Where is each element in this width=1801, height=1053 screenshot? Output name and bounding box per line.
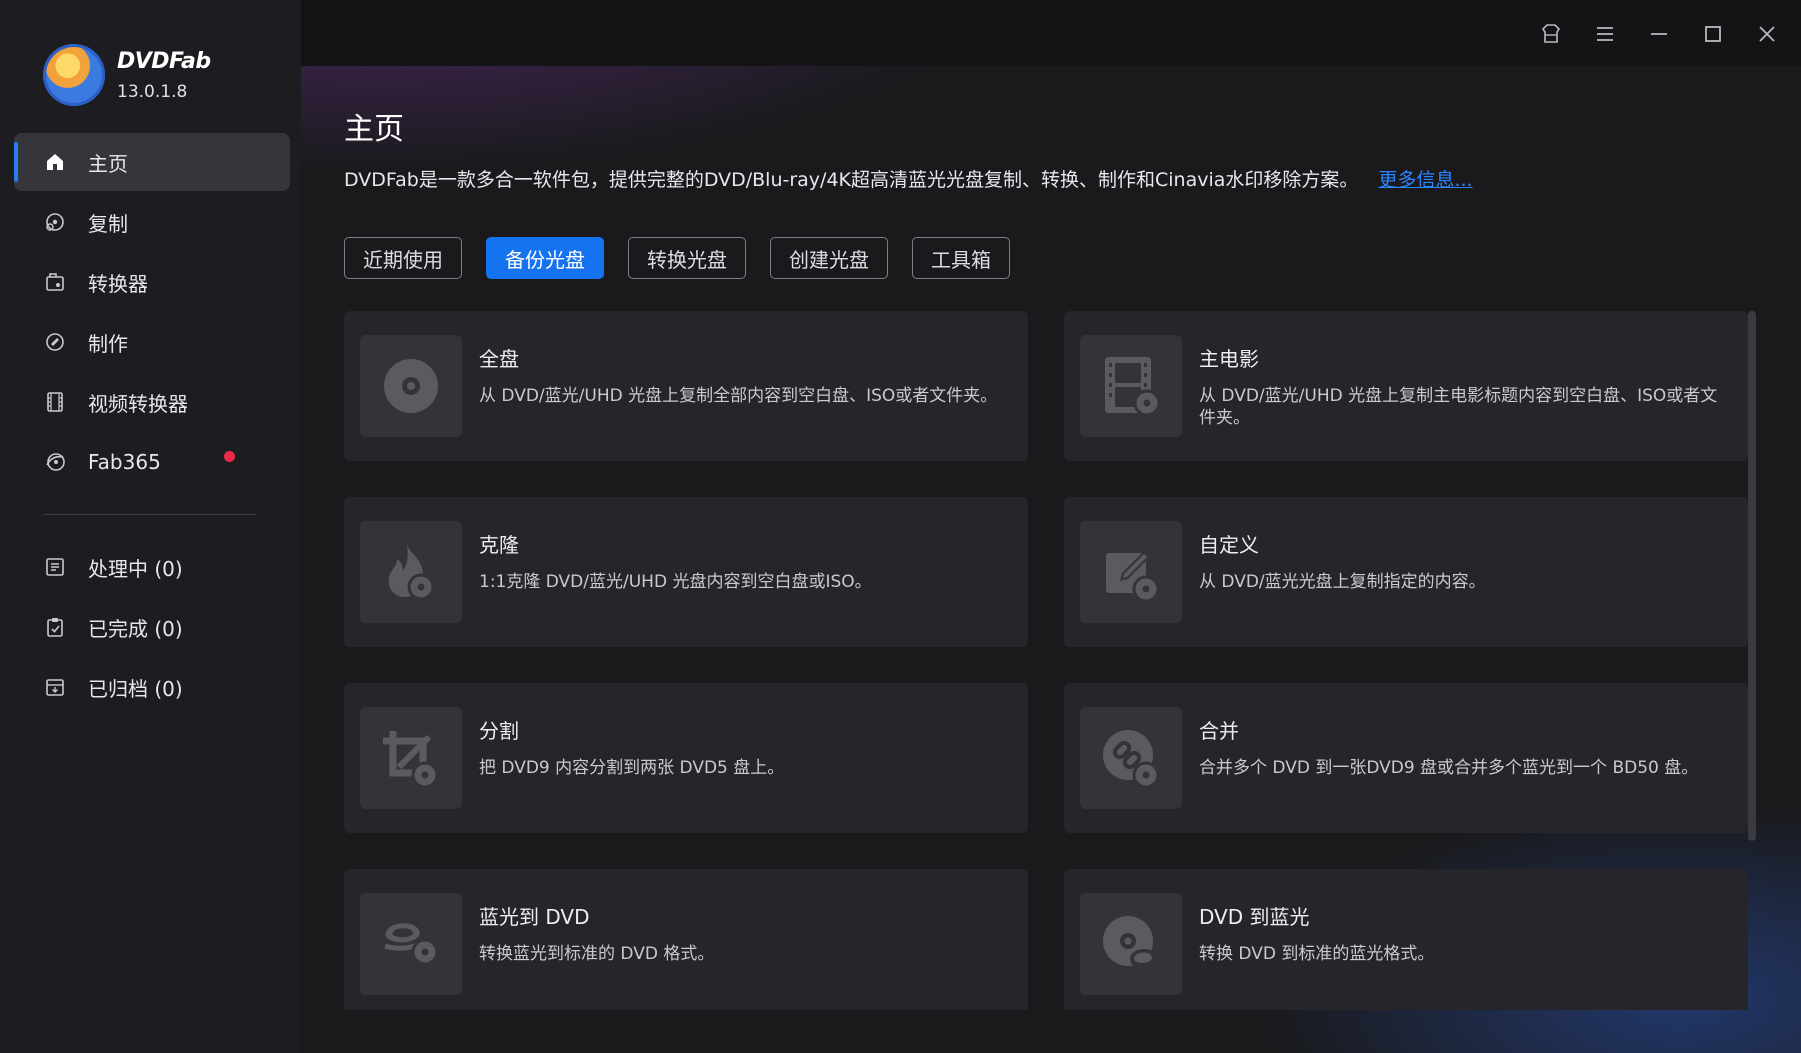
sidebar-item-converter[interactable]: 转换器 <box>14 253 290 311</box>
sidebar: DVDFab 13.0.1.8 主页 复制 转换器 制作 视频转换器 Fab36… <box>0 0 301 1053</box>
split-crop-icon <box>360 707 462 809</box>
dvd-to-bluray-icon <box>1080 893 1182 995</box>
creator-disc-icon <box>44 331 66 353</box>
sidebar-item-label: 视频转换器 <box>88 391 188 416</box>
category-tabs: 近期使用 备份光盘 转换光盘 创建光盘 工具箱 <box>344 237 1034 279</box>
skin-icon[interactable] <box>1535 18 1567 50</box>
card-title: DVD 到蓝光 <box>1199 905 1310 929</box>
card-title: 合并 <box>1199 719 1239 743</box>
sidebar-item-video-converter[interactable]: 视频转换器 <box>14 373 290 431</box>
brand-version: 13.0.1.8 <box>117 81 188 102</box>
card-customize[interactable]: 自定义 从 DVD/蓝光光盘上复制指定的内容。 <box>1064 497 1748 647</box>
card-title: 自定义 <box>1199 533 1259 557</box>
fab365-icon <box>44 451 66 473</box>
card-description: 转换蓝光到标准的 DVD 格式。 <box>479 944 715 964</box>
sidebar-item-label: 转换器 <box>88 271 148 296</box>
processing-list-icon <box>44 556 66 578</box>
sidebar-item-processing[interactable]: 处理中 (0) <box>14 538 290 596</box>
sidebar-item-completed[interactable]: 已完成 (0) <box>14 598 290 656</box>
bluray-to-dvd-icon <box>360 893 462 995</box>
sidebar-item-archived[interactable]: 已归档 (0) <box>14 658 290 716</box>
card-description: 从 DVD/蓝光/UHD 光盘上复制主电影标题内容到空白盘、ISO或者文件夹。 <box>1199 386 1718 428</box>
sidebar-item-label: 已完成 (0) <box>88 616 183 641</box>
merge-link-icon <box>1080 707 1182 809</box>
mode-cards: 全盘 从 DVD/蓝光/UHD 光盘上复制全部内容到空白盘、ISO或者文件夹。 … <box>344 311 1748 1010</box>
sidebar-item-label: 复制 <box>88 211 128 236</box>
converter-icon <box>44 271 66 293</box>
card-title: 分割 <box>479 719 519 743</box>
card-description: 把 DVD9 内容分割到两张 DVD5 盘上。 <box>479 758 785 778</box>
card-bluray-to-dvd[interactable]: 蓝光到 DVD 转换蓝光到标准的 DVD 格式。 <box>344 869 1028 1010</box>
card-description: 从 DVD/蓝光/UHD 光盘上复制全部内容到空白盘、ISO或者文件夹。 <box>479 386 998 406</box>
sidebar-nav: 主页 复制 转换器 制作 视频转换器 Fab365 <box>14 133 290 493</box>
main-panel: 主页 DVDFab是一款多合一软件包，提供完整的DVD/Blu-ray/4K超高… <box>301 0 1801 1053</box>
sidebar-item-fab365[interactable]: Fab365 <box>14 433 290 491</box>
card-description: 转换 DVD 到标准的蓝光格式。 <box>1199 944 1435 964</box>
card-split[interactable]: 分割 把 DVD9 内容分割到两张 DVD5 盘上。 <box>344 683 1028 833</box>
brand-text: DVDFab 13.0.1.8 <box>117 49 211 102</box>
notification-badge <box>224 451 235 462</box>
card-title: 蓝光到 DVD <box>479 905 590 929</box>
page-title: 主页 <box>344 112 404 147</box>
completed-clipboard-icon <box>44 616 66 638</box>
sidebar-item-label: 已归档 (0) <box>88 676 183 701</box>
sidebar-item-label: 处理中 (0) <box>88 556 183 581</box>
card-title: 克隆 <box>479 533 519 557</box>
minimize-icon[interactable] <box>1643 18 1675 50</box>
card-description: 从 DVD/蓝光光盘上复制指定的内容。 <box>1199 572 1486 592</box>
full-disc-icon <box>360 335 462 437</box>
title-bar <box>301 0 1801 66</box>
menu-icon[interactable] <box>1589 18 1621 50</box>
card-full-disc[interactable]: 全盘 从 DVD/蓝光/UHD 光盘上复制全部内容到空白盘、ISO或者文件夹。 <box>344 311 1028 461</box>
copy-disc-icon <box>44 211 66 233</box>
main-movie-film-icon <box>1080 335 1182 437</box>
card-merge[interactable]: 合并 合并多个 DVD 到一张DVD9 盘或合并多个蓝光到一个 BD50 盘。 <box>1064 683 1748 833</box>
card-clone[interactable]: 克隆 1:1克隆 DVD/蓝光/UHD 光盘内容到空白盘或ISO。 <box>344 497 1028 647</box>
tab-toolbox[interactable]: 工具箱 <box>912 237 1010 279</box>
sidebar-item-creator[interactable]: 制作 <box>14 313 290 371</box>
card-dvd-to-bluray[interactable]: DVD 到蓝光 转换 DVD 到标准的蓝光格式。 <box>1064 869 1748 1010</box>
film-icon <box>44 391 66 413</box>
tab-recent[interactable]: 近期使用 <box>344 237 462 279</box>
tab-backup-disc[interactable]: 备份光盘 <box>486 237 604 279</box>
customize-pencil-icon <box>1080 521 1182 623</box>
dvdfab-logo-icon <box>43 44 105 106</box>
close-icon[interactable] <box>1751 18 1783 50</box>
maximize-icon[interactable] <box>1697 18 1729 50</box>
archive-box-icon <box>44 676 66 698</box>
window-controls <box>1513 18 1783 50</box>
clone-flame-icon <box>360 521 462 623</box>
brand-name: DVDFab <box>117 48 211 74</box>
sidebar-divider <box>43 514 256 515</box>
card-description: 1:1克隆 DVD/蓝光/UHD 光盘内容到空白盘或ISO。 <box>479 572 872 592</box>
tab-create-disc[interactable]: 创建光盘 <box>770 237 888 279</box>
description-text: DVDFab是一款多合一软件包，提供完整的DVD/Blu-ray/4K超高清蓝光… <box>344 169 1359 191</box>
app-window: DVDFab 13.0.1.8 主页 复制 转换器 制作 视频转换器 Fab36… <box>0 0 1801 1053</box>
sidebar-item-label: 制作 <box>88 331 128 356</box>
card-title: 主电影 <box>1199 347 1259 371</box>
sidebar-queue: 处理中 (0) 已完成 (0) 已归档 (0) <box>14 538 290 718</box>
sidebar-item-label: 主页 <box>88 151 128 176</box>
page-description: DVDFab是一款多合一软件包，提供完整的DVD/Blu-ray/4K超高清蓝光… <box>344 165 1473 192</box>
sidebar-item-copy[interactable]: 复制 <box>14 193 290 251</box>
card-description: 合并多个 DVD 到一张DVD9 盘或合并多个蓝光到一个 BD50 盘。 <box>1199 758 1699 778</box>
card-main-movie[interactable]: 主电影 从 DVD/蓝光/UHD 光盘上复制主电影标题内容到空白盘、ISO或者文… <box>1064 311 1748 461</box>
home-icon <box>44 151 66 173</box>
sidebar-item-home[interactable]: 主页 <box>14 133 290 191</box>
card-title: 全盘 <box>479 347 519 371</box>
more-info-link[interactable]: 更多信息... <box>1378 169 1472 191</box>
tab-convert-disc[interactable]: 转换光盘 <box>628 237 746 279</box>
brand: DVDFab 13.0.1.8 <box>43 44 211 106</box>
scrollbar[interactable] <box>1748 311 1756 841</box>
sidebar-item-label: Fab365 <box>88 450 161 474</box>
